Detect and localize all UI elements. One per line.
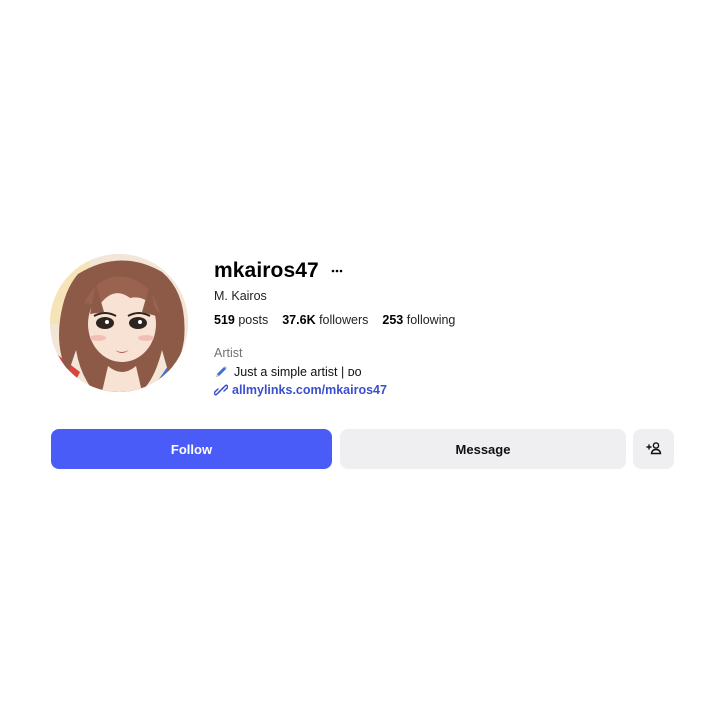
username-row: mkairos47 <box>214 256 674 286</box>
profile-stats: 519 posts 37.6K followers 253 following <box>214 313 674 327</box>
profile-link[interactable]: allmylinks.com/mkairos47 <box>214 383 674 397</box>
avatar[interactable] <box>50 254 188 392</box>
posts-count: 519 <box>214 313 235 327</box>
display-name: M. Kairos <box>214 289 267 303</box>
bio-text: Just a simple artist | ᴅᴏ <box>234 365 362 379</box>
profile-link-text: allmylinks.com/mkairos47 <box>232 383 387 397</box>
profile-category: Artist <box>214 346 243 360</box>
posts-stat[interactable]: 519 posts <box>214 313 268 327</box>
profile-info: mkairos47 M. Kairos 519 posts 37.6K foll… <box>214 256 674 397</box>
following-count: 253 <box>382 313 404 327</box>
follow-button[interactable]: Follow <box>51 429 332 469</box>
followers-stat[interactable]: 37.6K followers <box>282 313 368 327</box>
suggested-accounts-button[interactable] <box>633 429 674 469</box>
message-button[interactable]: Message <box>340 429 626 469</box>
bio: Just a simple artist | ᴅᴏ <box>214 365 674 379</box>
profile-actions: Follow Message <box>51 429 674 469</box>
profile-header: mkairos47 M. Kairos 519 posts 37.6K foll… <box>0 0 720 720</box>
posts-label: posts <box>238 313 269 327</box>
following-stat[interactable]: 253 following <box>382 313 455 327</box>
followers-count: 37.6K <box>282 313 316 327</box>
link-icon <box>214 383 228 397</box>
username: mkairos47 <box>214 259 319 282</box>
following-label: following <box>406 313 456 327</box>
add-person-icon <box>645 441 662 458</box>
avatar-illustration <box>50 254 188 392</box>
pen-icon <box>214 365 228 379</box>
ellipsis-icon[interactable] <box>329 263 345 279</box>
followers-label: followers <box>319 313 369 327</box>
